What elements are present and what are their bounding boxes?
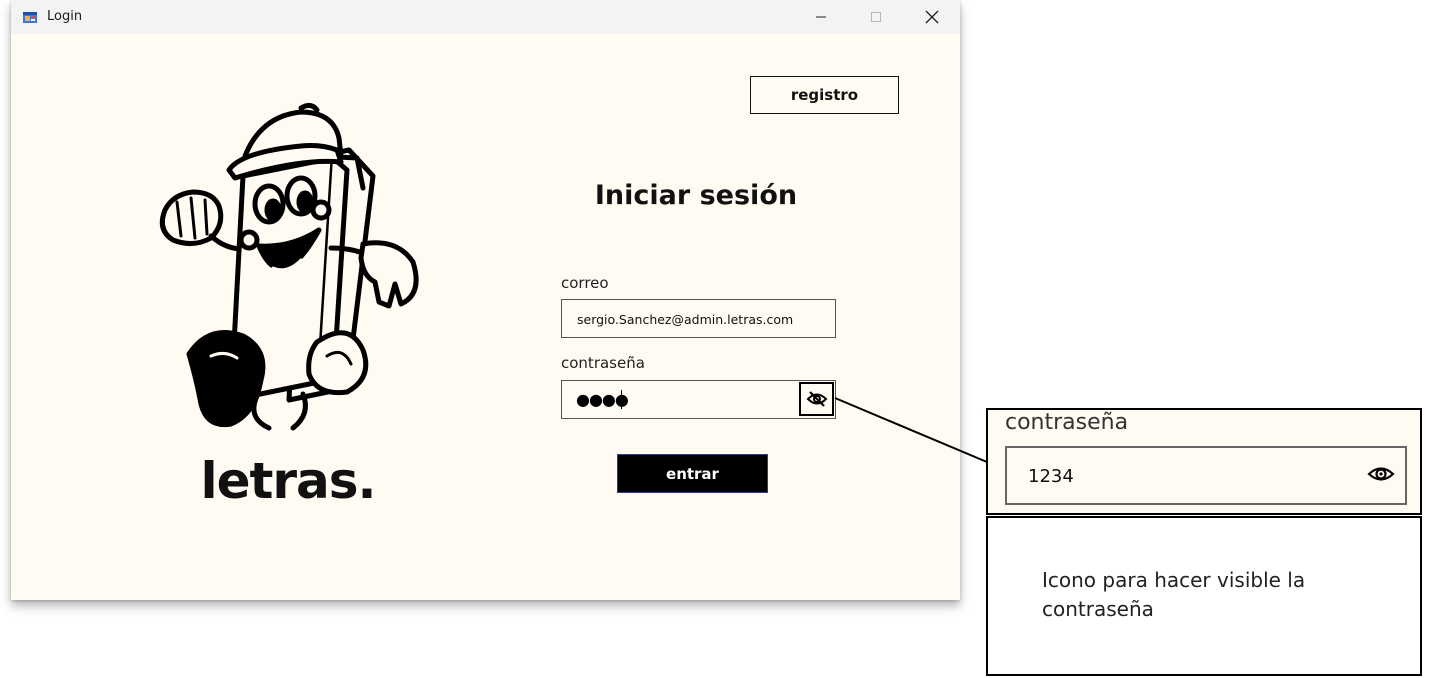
eye-icon (1367, 467, 1395, 481)
annotation-note-text: Icono para hacer visible la contraseña (1042, 568, 1306, 621)
zoom-password-value: 1234 (1028, 466, 1074, 487)
zoom-password-field: 1234 (1005, 446, 1407, 505)
zoom-password-label: contraseña (1005, 410, 1129, 435)
annotation-note: Icono para hacer visible la contraseña (986, 516, 1422, 676)
zoom-callout: contraseña 1234 (986, 408, 1422, 515)
